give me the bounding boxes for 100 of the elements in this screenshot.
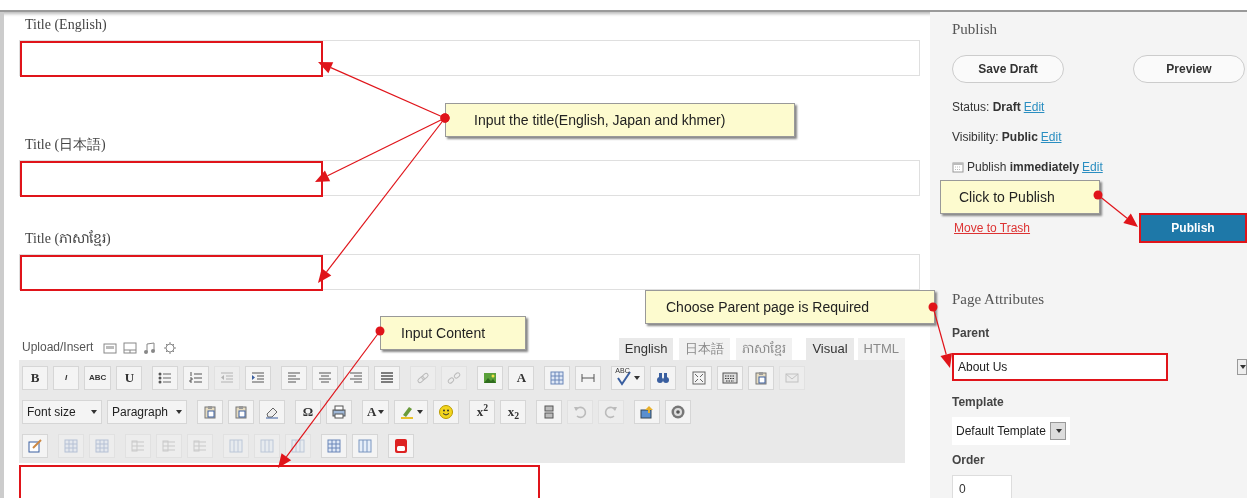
- justify-button[interactable]: [374, 366, 401, 390]
- mode-tab[interactable]: Visual: [806, 338, 854, 360]
- upload-image-button[interactable]: [634, 400, 661, 424]
- toolbar-button[interactable]: Ω: [295, 400, 321, 424]
- keyboard-button[interactable]: [717, 366, 744, 390]
- callout: Click to Publish: [940, 180, 1100, 214]
- image-icon: [482, 370, 499, 386]
- field-label: Order: [952, 452, 986, 469]
- spellcheck-icon: [616, 370, 633, 386]
- table-button[interactable]: [321, 434, 347, 458]
- video-button[interactable]: [388, 434, 414, 458]
- language-tab[interactable]: English: [618, 338, 674, 360]
- outdent-icon: [219, 370, 236, 386]
- toolbar-button[interactable]: ABC: [84, 366, 112, 390]
- title-input[interactable]: [19, 40, 920, 76]
- field-label: Template: [952, 394, 1005, 411]
- clipboard-button[interactable]: [197, 400, 223, 424]
- calendar-icon: [952, 161, 964, 173]
- parent-select[interactable]: About Us: [952, 353, 1168, 381]
- clipboard-icon: [202, 404, 218, 420]
- printer-icon: [331, 404, 347, 420]
- callout: Input the title(English, Japan and khmer): [445, 103, 795, 137]
- status-text: Status: Draft: [952, 99, 1021, 116]
- clipboard-button[interactable]: [228, 400, 254, 424]
- table-icon: [63, 438, 79, 454]
- bullet-list-button[interactable]: [152, 366, 179, 390]
- table-icon: [549, 370, 566, 386]
- unlink-icon: [446, 370, 463, 386]
- table-column-icon: [357, 438, 373, 454]
- image-button[interactable]: [477, 366, 504, 390]
- toolbar-button[interactable]: x$^{2}$: [469, 400, 496, 424]
- music-note-icon[interactable]: [143, 341, 158, 355]
- toolbar-button[interactable]: x$_{2}$: [500, 400, 527, 424]
- table-column-icon: [228, 438, 244, 454]
- highlighter-button[interactable]: [394, 400, 429, 424]
- table-icon: [326, 438, 342, 454]
- callout: Input Content: [380, 316, 526, 350]
- leader-arrow: [1093, 190, 1138, 227]
- dropdown[interactable]: Paragraph: [107, 400, 187, 424]
- publish-button[interactable]: Publish: [1139, 213, 1247, 243]
- edit-button[interactable]: [22, 434, 48, 458]
- highlighter-icon: [399, 404, 416, 420]
- callout: Choose Parent page is Required: [645, 290, 935, 324]
- binoculars-icon: [655, 370, 672, 386]
- table-column-icon: [259, 438, 275, 454]
- table-column-button[interactable]: [352, 434, 378, 458]
- toolbar-button[interactable]: I: [53, 366, 79, 390]
- action-button[interactable]: Save Draft: [952, 55, 1064, 83]
- keyboard-icon: [722, 370, 739, 386]
- template-select[interactable]: Default Template: [952, 417, 1070, 445]
- binoculars-button[interactable]: [650, 366, 677, 390]
- toolbar-button[interactable]: A: [508, 366, 535, 390]
- align-left-icon: [286, 370, 303, 386]
- indent-button[interactable]: [245, 366, 272, 390]
- redo-icon: [603, 404, 620, 420]
- leader-arrow: [928, 302, 952, 368]
- trash-link[interactable]: Move to Trash: [954, 219, 1031, 237]
- numbered-list-button[interactable]: [183, 366, 210, 390]
- dropdown[interactable]: Font size: [22, 400, 102, 424]
- title-input[interactable]: [19, 254, 920, 290]
- clipboard-button[interactable]: [748, 366, 775, 390]
- table-row-icon: [192, 438, 208, 454]
- table-button[interactable]: [544, 366, 571, 390]
- align-center-icon: [317, 370, 334, 386]
- align-right-button[interactable]: [343, 366, 370, 390]
- eraser-button[interactable]: [259, 400, 285, 424]
- upload-image-icon: [639, 404, 656, 420]
- table-icon: [94, 438, 110, 454]
- printer-button[interactable]: [326, 400, 352, 424]
- status-text: Visibility: Public: [952, 129, 1038, 146]
- field-label: Title (English): [24, 16, 108, 34]
- order-input[interactable]: 0: [952, 475, 1012, 498]
- video-icon[interactable]: [123, 341, 138, 355]
- gear-icon[interactable]: [163, 341, 178, 355]
- smiley-icon: [438, 404, 455, 420]
- align-left-button[interactable]: [281, 366, 308, 390]
- image-icon[interactable]: [103, 341, 118, 355]
- table-row-icon: [130, 438, 146, 454]
- upload-label: Upload/Insert: [21, 339, 94, 356]
- horizontal-rule-button[interactable]: [575, 366, 602, 390]
- video-icon: [393, 438, 409, 454]
- justify-icon: [379, 370, 396, 386]
- smiley-button[interactable]: [433, 400, 460, 424]
- envelope-icon: [784, 370, 801, 386]
- clipboard-icon: [233, 404, 249, 420]
- title-input[interactable]: [19, 160, 920, 196]
- toolbar-button[interactable]: B: [22, 366, 48, 390]
- align-center-button[interactable]: [312, 366, 339, 390]
- fullscreen-icon: [691, 370, 708, 386]
- clipboard-icon: [753, 370, 770, 386]
- toolbar-button[interactable]: A: [362, 400, 390, 424]
- link-icon: [415, 370, 432, 386]
- fullscreen-button[interactable]: [686, 366, 713, 390]
- action-button[interactable]: Preview: [1133, 55, 1245, 83]
- numbered-list-icon: [188, 370, 205, 386]
- field-label: Title (日本語): [24, 136, 107, 154]
- indent-icon: [250, 370, 267, 386]
- panel-title: Publish: [952, 20, 998, 39]
- edit-icon: [27, 438, 43, 454]
- toolbar-button[interactable]: U: [116, 366, 143, 390]
